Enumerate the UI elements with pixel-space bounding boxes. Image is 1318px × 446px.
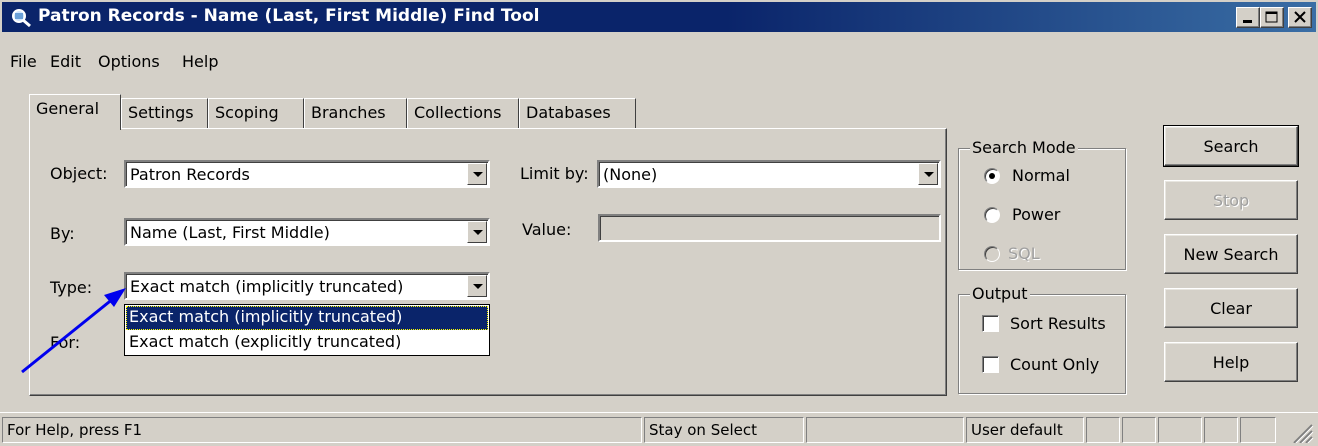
tab-branches-label: Branches [311, 103, 386, 122]
type-label: Type: [50, 278, 93, 297]
tab-collections[interactable]: Collections [407, 98, 519, 128]
radio-sql-label: SQL [1008, 244, 1040, 263]
status-stay-on-select: Stay on Select [644, 417, 804, 443]
search-button-label: Search [1203, 136, 1259, 156]
status-pane-empty [1086, 417, 1120, 443]
tab-settings-label: Settings [128, 103, 194, 122]
status-pane-empty [1240, 417, 1276, 443]
title-bar[interactable]: Patron Records - Name (Last, First Middl… [2, 2, 1316, 32]
tab-scoping-label: Scoping [215, 103, 279, 122]
menu-file-label: File [10, 52, 37, 71]
limit-by-value: (None) [603, 165, 658, 184]
sort-results-label: Sort Results [1010, 314, 1106, 333]
menu-options[interactable]: Options [98, 52, 160, 71]
status-bar: For Help, press F1 Stay on Select User d… [0, 412, 1318, 446]
resize-grip-icon[interactable] [1290, 421, 1314, 443]
search-mode-title: Search Mode [970, 138, 1078, 157]
tab-settings[interactable]: Settings [121, 98, 208, 128]
status-pane-empty [1204, 417, 1238, 443]
by-combo[interactable]: Name (Last, First Middle) [124, 218, 490, 246]
minimize-button[interactable] [1236, 7, 1260, 28]
maximize-button[interactable] [1260, 7, 1284, 28]
menu-edit[interactable]: Edit [50, 52, 81, 71]
for-label: For: [50, 333, 81, 352]
by-value: Name (Last, First Middle) [130, 223, 330, 242]
status-pane-empty [1158, 417, 1202, 443]
stop-button-label: Stop [1212, 190, 1250, 210]
object-combo[interactable]: Patron Records [124, 160, 490, 188]
status-user-default: User default [966, 417, 1084, 443]
radio-sql[interactable] [984, 246, 1000, 262]
tab-databases-label: Databases [526, 103, 611, 122]
help-button-label: Help [1212, 352, 1250, 372]
app-icon [10, 7, 32, 28]
output-group [958, 294, 1126, 394]
limit-by-combo[interactable]: (None) [597, 160, 941, 188]
count-only-label: Count Only [1010, 355, 1100, 374]
chevron-down-icon[interactable] [918, 163, 938, 185]
checkbox-count-only[interactable] [982, 356, 999, 373]
dropdown-option[interactable]: Exact match (implicitly truncated) [126, 306, 488, 330]
type-combo[interactable]: Exact match (implicitly truncated) [124, 272, 490, 300]
limit-by-label: Limit by: [520, 164, 589, 183]
tab-databases[interactable]: Databases [519, 98, 636, 128]
new-search-button[interactable]: New Search [1164, 234, 1298, 274]
tab-collections-label: Collections [414, 103, 502, 122]
status-help-text: For Help, press F1 [2, 417, 642, 443]
menu-help[interactable]: Help [182, 52, 218, 71]
menu-file[interactable]: File [10, 52, 37, 71]
tab-branches[interactable]: Branches [304, 98, 407, 128]
stop-button[interactable]: Stop [1164, 180, 1298, 220]
by-label: By: [50, 224, 75, 243]
search-button[interactable]: Search [1163, 125, 1299, 167]
close-button[interactable] [1288, 7, 1312, 28]
chevron-down-icon[interactable] [467, 221, 487, 243]
tab-scoping[interactable]: Scoping [208, 98, 304, 128]
clear-button-label: Clear [1210, 298, 1252, 318]
menu-options-label: Options [98, 52, 160, 71]
help-button[interactable]: Help [1164, 342, 1298, 382]
type-dropdown-list[interactable]: Exact match (implicitly truncated) Exact… [124, 304, 490, 356]
type-value: Exact match (implicitly truncated) [130, 277, 404, 296]
tab-general-label: General [36, 99, 100, 118]
checkbox-sort-results[interactable] [982, 315, 999, 332]
chevron-down-icon[interactable] [467, 275, 487, 297]
new-search-button-label: New Search [1183, 244, 1279, 264]
object-value: Patron Records [130, 165, 250, 184]
radio-power[interactable] [984, 207, 1000, 223]
chevron-down-icon[interactable] [467, 163, 487, 185]
window-title: Patron Records - Name (Last, First Middl… [38, 6, 540, 26]
output-title: Output [970, 284, 1030, 303]
value-field[interactable] [598, 214, 941, 242]
radio-normal[interactable] [984, 168, 1000, 184]
object-label: Object: [50, 164, 108, 183]
dropdown-option[interactable]: Exact match (explicitly truncated) [126, 331, 488, 355]
status-pane-empty [1122, 417, 1156, 443]
tab-general[interactable]: General [29, 94, 121, 130]
radio-power-label: Power [1012, 205, 1061, 224]
status-pane-empty [806, 417, 964, 443]
menu-edit-label: Edit [50, 52, 81, 71]
menu-help-label: Help [182, 52, 219, 71]
value-label: Value: [522, 220, 572, 239]
radio-normal-label: Normal [1012, 166, 1070, 185]
clear-button[interactable]: Clear [1164, 288, 1298, 328]
